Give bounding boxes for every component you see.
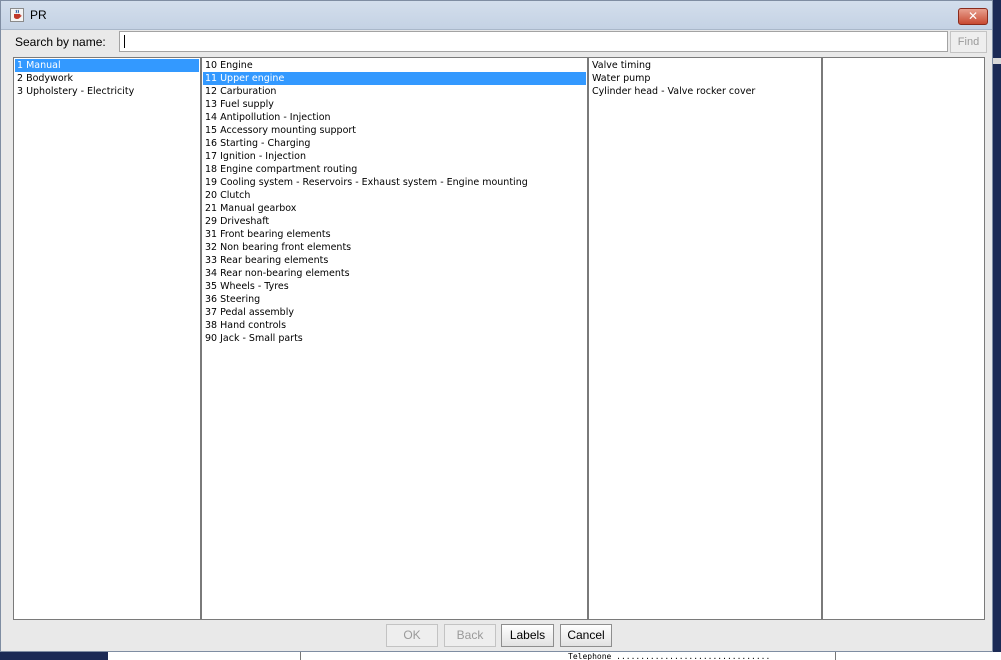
list-item[interactable]: 35 Wheels - Tyres: [203, 280, 586, 293]
labels-button[interactable]: Labels: [501, 624, 554, 647]
list-item[interactable]: 90 Jack - Small parts: [203, 332, 586, 345]
title-bar[interactable]: PR ✕: [1, 1, 992, 30]
list-item[interactable]: 20 Clutch: [203, 189, 586, 202]
find-button[interactable]: Find: [950, 31, 987, 53]
list-item[interactable]: 38 Hand controls: [203, 319, 586, 332]
close-button[interactable]: ✕: [958, 8, 988, 25]
background-divider: [835, 652, 836, 660]
list-item[interactable]: 13 Fuel supply: [203, 98, 586, 111]
list-item[interactable]: 2 Bodywork: [15, 72, 199, 85]
text-caret: [124, 35, 125, 48]
background-divider: [300, 652, 301, 660]
detail-list[interactable]: [822, 57, 985, 620]
pr-dialog: PR ✕ Search by name: Find 1 Manual 2 Body…: [0, 0, 993, 652]
background-app-edge-left: [0, 652, 108, 660]
list-item[interactable]: 10 Engine: [203, 59, 586, 72]
category-list[interactable]: 1 Manual 2 Bodywork 3 Upholstery - Electri…: [13, 57, 201, 620]
list-item[interactable]: 34 Rear non-bearing elements: [203, 267, 586, 280]
background-app-strip: [993, 58, 1001, 64]
list-item[interactable]: 37 Pedal assembly: [203, 306, 586, 319]
search-row: Search by name: Find: [1, 29, 992, 55]
list-item[interactable]: Cylinder head - Valve rocker cover: [590, 85, 820, 98]
list-item[interactable]: 18 Engine compartment routing: [203, 163, 586, 176]
background-document: [108, 652, 1001, 660]
search-input[interactable]: [119, 31, 948, 52]
list-item[interactable]: Valve timing: [590, 59, 820, 72]
section-list-items: 10 Engine 11 Upper engine 12 Carburation 13…: [202, 58, 587, 345]
list-item[interactable]: 15 Accessory mounting support: [203, 124, 586, 137]
subsection-list[interactable]: Valve timing Water pump Cylinder head - Va…: [588, 57, 822, 620]
category-list-items: 1 Manual 2 Bodywork 3 Upholstery - Electri…: [14, 58, 200, 98]
list-item[interactable]: Water pump: [590, 72, 820, 85]
close-icon: ✕: [967, 9, 979, 23]
back-button[interactable]: Back: [444, 624, 496, 647]
list-item[interactable]: 11 Upper engine: [203, 72, 586, 85]
list-item[interactable]: 3 Upholstery - Electricity: [15, 85, 199, 98]
list-item[interactable]: 14 Antipollution - Injection: [203, 111, 586, 124]
list-item[interactable]: 1 Manual: [15, 59, 199, 72]
list-item[interactable]: 29 Driveshaft: [203, 215, 586, 228]
list-item[interactable]: 32 Non bearing front elements: [203, 241, 586, 254]
list-item[interactable]: 21 Manual gearbox: [203, 202, 586, 215]
ok-button[interactable]: OK: [386, 624, 438, 647]
list-item[interactable]: 31 Front bearing elements: [203, 228, 586, 241]
list-item[interactable]: 19 Cooling system - Reservoirs - Exhaust…: [203, 176, 586, 189]
background-app-edge-right: [993, 0, 1001, 660]
list-item[interactable]: 36 Steering: [203, 293, 586, 306]
window-title: PR: [30, 8, 47, 22]
list-item[interactable]: 16 Starting - Charging: [203, 137, 586, 150]
subsection-list-items: Valve timing Water pump Cylinder head - Va…: [589, 58, 821, 98]
cancel-button[interactable]: Cancel: [560, 624, 612, 647]
list-item[interactable]: 12 Carburation: [203, 85, 586, 98]
detail-list-items: [823, 58, 984, 59]
list-item[interactable]: 33 Rear bearing elements: [203, 254, 586, 267]
background-telephone-text: Telephone ..............................…: [568, 653, 771, 660]
search-label: Search by name:: [15, 35, 106, 49]
list-item[interactable]: 17 Ignition - Injection: [203, 150, 586, 163]
section-list[interactable]: 10 Engine 11 Upper engine 12 Carburation 13…: [201, 57, 588, 620]
java-cup-icon: [10, 8, 24, 22]
